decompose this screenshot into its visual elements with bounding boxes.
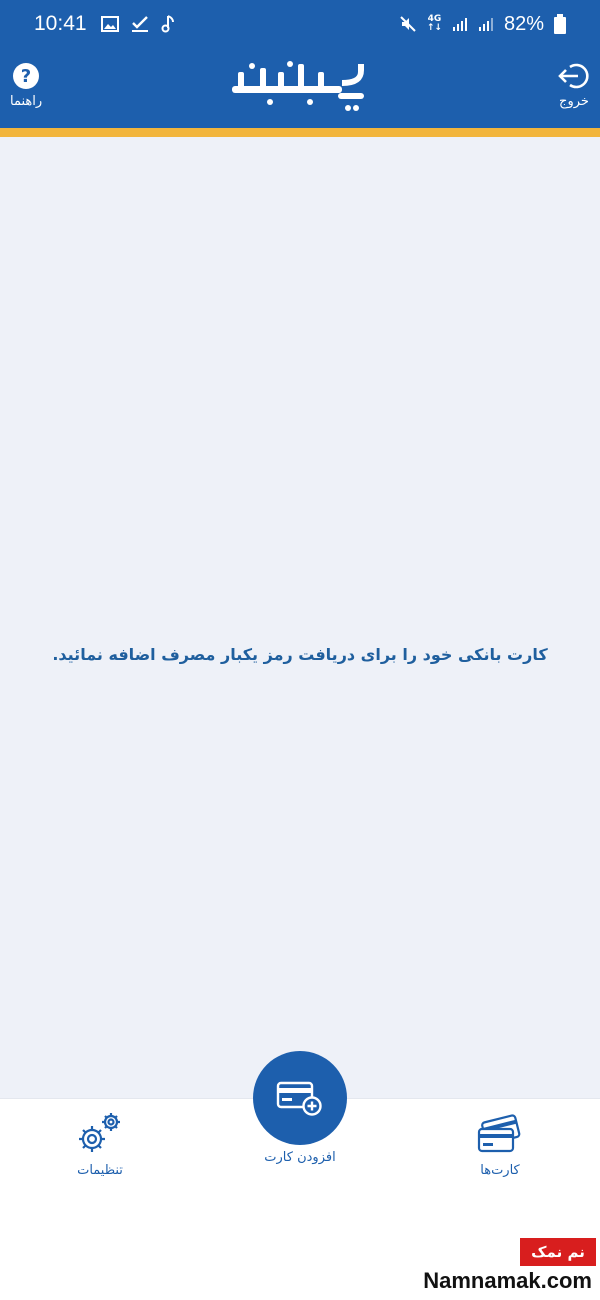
signal-icon [452,18,467,31]
mute-icon [400,16,416,32]
gallery-icon [100,16,119,32]
exit-button[interactable]: خروج [558,62,590,109]
nav-cards[interactable]: کارت‌ها [462,1113,538,1178]
watermark-site: Namnamak.com [423,1268,592,1293]
app-header: ? راهنما خروج [0,48,600,128]
main-content: کارت بانکی خود را برای دریافت رمز یکبار … [0,137,600,1098]
exit-icon [558,63,589,89]
brand-logo [232,61,364,111]
network-indicator: 4G ↑↓ [427,15,442,33]
header-accent-bar [0,128,600,137]
nav-settings[interactable]: تنظیمات [64,1109,136,1178]
gear-icon [79,1113,120,1152]
signal-icon-2 [478,18,493,31]
music-note-icon [161,15,174,33]
help-button[interactable]: ? راهنما [10,62,42,109]
help-label: راهنما [10,94,43,109]
cards-label: کارت‌ها [480,1163,520,1178]
add-card-button[interactable] [253,1051,347,1145]
add-card-icon [276,1081,322,1116]
checkmark-icon [131,16,148,32]
help-icon: ? [13,63,40,89]
add-card-label: افزودن کارت [264,1150,336,1165]
svg-text:?: ? [21,66,31,87]
settings-label: تنظیمات [77,1163,123,1178]
cards-icon [477,1114,521,1153]
status-time: 10:41 [34,12,87,35]
exit-label: خروج [559,94,589,109]
battery-percent: 82% [503,12,544,35]
battery-icon [554,14,566,34]
data-arrows-icon: ↑↓ [426,23,442,33]
empty-state-message: کارت بانکی خود را برای دریافت رمز یکبار … [52,645,548,664]
status-bar: 10:41 4G ↑↓ 82% [0,0,600,48]
watermark-badge: نم نمک [520,1238,596,1266]
